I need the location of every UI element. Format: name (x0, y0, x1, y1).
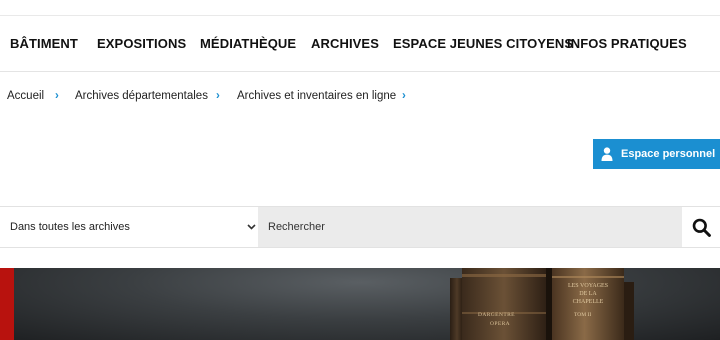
hero-books-image (450, 268, 634, 340)
user-icon (601, 147, 613, 161)
nav-item-infos-pratiques[interactable]: INFOS PRATIQUES (567, 36, 687, 51)
search-button[interactable] (682, 207, 720, 247)
main-navigation: BÂTIMENT EXPOSITIONS MÉDIATHÈQUE ARCHIVE… (0, 16, 720, 72)
nav-item-archives[interactable]: ARCHIVES (311, 36, 379, 51)
breadcrumb: Accueil › Archives départementales › Arc… (0, 72, 720, 122)
breadcrumb-separator: › (402, 90, 406, 102)
search-icon (692, 218, 711, 237)
nav-item-espace-jeunes-citoyens[interactable]: ESPACE JEUNES CITOYENS (393, 36, 573, 51)
search-input[interactable] (258, 207, 682, 247)
breadcrumb-home[interactable]: Accueil (7, 90, 44, 102)
breadcrumb-separator: › (216, 90, 220, 102)
breadcrumb-separator: › (55, 90, 59, 102)
nav-item-mediatheque[interactable]: MÉDIATHÈQUE (200, 36, 296, 51)
breadcrumb-archives-departementales[interactable]: Archives départementales (75, 90, 208, 102)
search-scope-select[interactable]: Dans toutes les archives (0, 207, 258, 247)
book-spine-label: DARGENTRE (478, 312, 515, 318)
search-scope-value: Dans toutes les archives (10, 221, 130, 233)
hero-banner: DARGENTRE OPERA LES VOYAGES DE LA CHAPEL… (0, 268, 720, 340)
nav-item-batiment[interactable]: BÂTIMENT (10, 36, 78, 51)
book-spine-label: TOM II (574, 312, 592, 318)
book-spine-label: OPERA (490, 321, 511, 327)
top-strip (0, 0, 720, 16)
espace-personnel-button[interactable]: Espace personnel (593, 139, 720, 169)
book-spine-label: LES VOYAGES DE LA CHAPELLE (567, 283, 609, 305)
nav-item-expositions[interactable]: EXPOSITIONS (97, 36, 186, 51)
search-bar: Dans toutes les archives (0, 206, 720, 248)
espace-personnel-label: Espace personnel (621, 148, 716, 160)
breadcrumb-archives-inventaires[interactable]: Archives et inventaires en ligne (237, 90, 396, 102)
chevron-down-icon (247, 220, 256, 237)
